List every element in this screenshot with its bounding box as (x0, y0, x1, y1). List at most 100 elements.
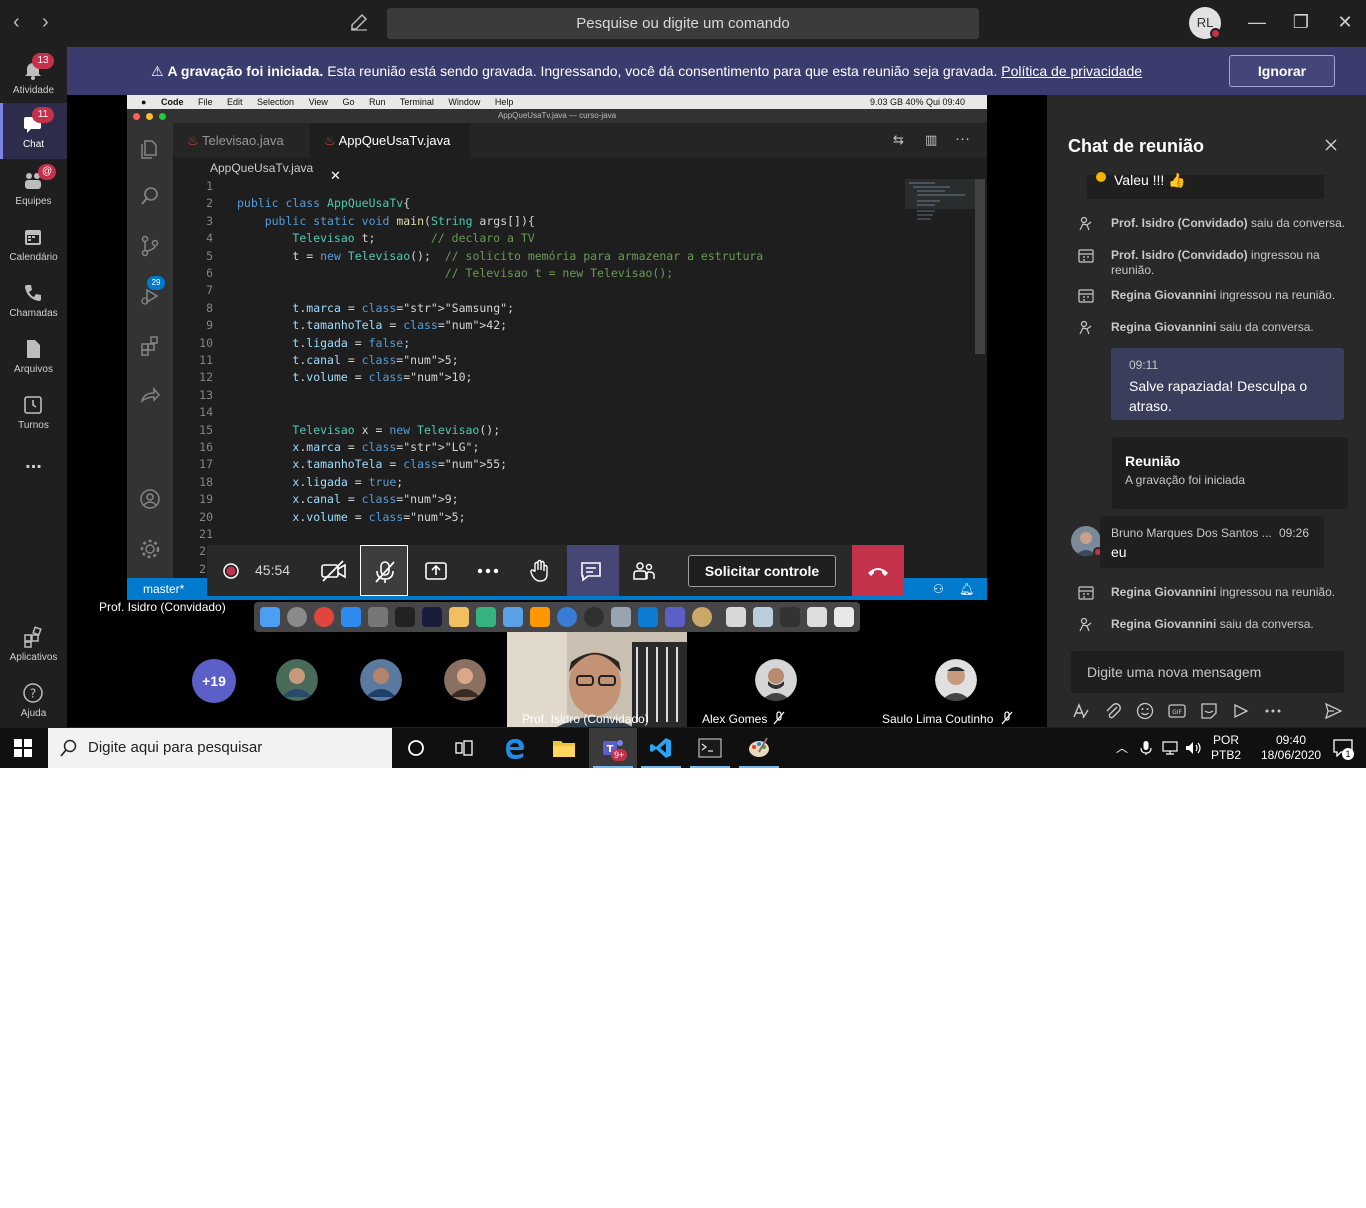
cortana-button[interactable] (392, 728, 440, 768)
windows-start-icon[interactable] (14, 739, 32, 757)
sublime-icon (530, 607, 550, 627)
help-icon: ? (23, 683, 43, 703)
sticker-icon[interactable] (1200, 702, 1218, 720)
search-icon (141, 187, 158, 205)
rail-item-files[interactable]: Arquivos (0, 328, 67, 384)
java-file-icon: ♨ (324, 133, 339, 148)
taskbar-search-input[interactable]: Digite aqui para pesquisar (48, 728, 392, 768)
hang-up-button[interactable] (852, 545, 904, 596)
tab-televisao-java[interactable]: ♨ Televisao.java (173, 123, 310, 158)
more-participants-badge[interactable]: +19 (192, 659, 236, 703)
event-action: saiu da conversa. (1219, 320, 1314, 334)
java-file-icon: ♨ (187, 133, 203, 148)
tab-appqueusatv-java[interactable]: ♨ AppQueUsaTv.java ✕ (310, 123, 470, 183)
emoji-icon[interactable] (1136, 702, 1154, 720)
participant-avatar (935, 659, 977, 701)
minimize-button[interactable]: — (1245, 12, 1269, 32)
share-screen-button[interactable] (412, 545, 460, 596)
live-share-status-icon[interactable]: ⚇ (933, 578, 944, 600)
participants-icon (633, 562, 655, 580)
input-language[interactable]: POR PTB2 (1211, 733, 1241, 763)
ignore-button[interactable]: Ignorar (1229, 55, 1335, 87)
compare-icon[interactable]: ⇆ (893, 132, 904, 148)
more-options-button[interactable] (464, 545, 512, 596)
extensions-icon (141, 336, 158, 356)
git-branch[interactable]: master* (143, 578, 184, 600)
editor-scrollbar[interactable] (975, 179, 985, 579)
rail-more-button[interactable]: ... (0, 447, 67, 487)
chat-message[interactable]: Bruno Marques Dos Santos ... 09:26 eu (1100, 516, 1324, 568)
presenter-name: Prof. Isidro (Convidado) (99, 600, 226, 614)
gif-icon[interactable]: GIF (1168, 702, 1186, 720)
rail-item-chat[interactable]: 11 Chat (0, 103, 67, 159)
forward-arrow-icon[interactable]: › (42, 12, 49, 32)
close-window-button[interactable]: ✕ (1333, 12, 1357, 32)
folder-icon (553, 741, 575, 757)
command-search-input[interactable]: Pesquise ou digite um comando (387, 8, 979, 39)
rail-item-calls[interactable]: Chamadas (0, 272, 67, 328)
code-line: t.volume = class="num">10; (292, 370, 473, 385)
taskbar-file-explorer[interactable] (540, 728, 588, 768)
notifications-bell-icon[interactable]: 🔔︎ (959, 578, 974, 600)
network-icon[interactable] (1162, 740, 1180, 756)
taskbar-vscode[interactable] (637, 728, 685, 768)
stack-icon (780, 607, 800, 627)
format-icon[interactable] (1072, 702, 1090, 720)
rail-item-calendar[interactable]: Calendário (0, 216, 67, 272)
hang-up-icon (868, 568, 888, 576)
rail-label-shifts: Turnos (18, 420, 49, 431)
show-chat-button[interactable] (567, 545, 619, 596)
mic-toggle-button[interactable] (360, 545, 408, 596)
task-view-icon (455, 740, 473, 756)
rail-item-activity[interactable]: 13 Atividade (0, 49, 67, 105)
taskbar-paint[interactable] (735, 728, 783, 768)
scroll-thumb[interactable] (975, 179, 985, 354)
raise-hand-button[interactable] (516, 545, 564, 596)
show-hidden-icons[interactable]: ︿ (1116, 739, 1128, 756)
line-number: 16 (199, 440, 213, 454)
attach-icon[interactable] (1104, 702, 1122, 720)
rail-item-help[interactable]: ? Ajuda (0, 672, 67, 728)
code-line: Televisao x = new Televisao(); (292, 422, 501, 437)
rail-item-shifts[interactable]: Turnos (0, 384, 67, 440)
code-editor[interactable]: 1 2 public class AppQueUsaTv{3 public stat… (173, 179, 903, 579)
participant-avatar (276, 659, 318, 701)
own-message[interactable]: 09:11 Salve rapaziada! Desculpa o atraso… (1111, 348, 1344, 420)
send-icon[interactable] (1324, 702, 1342, 720)
meeting-card[interactable]: Reunião A gravação foi iniciada (1112, 437, 1348, 509)
line-number: 3 (206, 213, 213, 228)
privacy-policy-link[interactable]: Política de privacidade (1001, 63, 1142, 79)
finder-icon (260, 607, 280, 627)
new-chat-icon[interactable] (349, 12, 369, 32)
line-number: 6 (206, 266, 213, 280)
close-icon[interactable] (1323, 137, 1339, 153)
hand-icon (530, 559, 548, 582)
taskbar-teams[interactable]: T 9+ (589, 728, 637, 768)
rail-item-teams[interactable]: @ Equipes (0, 160, 67, 216)
more-actions-icon[interactable]: ··· (955, 130, 970, 147)
rail-item-apps[interactable]: Aplicativos (0, 616, 67, 672)
volume-icon[interactable] (1185, 740, 1203, 756)
code-line: Televisao t; // declaro a TV (292, 231, 535, 246)
split-editor-icon[interactable]: ▥ (925, 132, 937, 148)
camera-toggle-button[interactable] (309, 545, 357, 596)
notes-icon (449, 607, 469, 627)
clock-icon (24, 396, 42, 414)
taskbar-edge[interactable] (491, 728, 539, 768)
task-view-button[interactable] (440, 728, 488, 768)
back-arrow-icon[interactable]: ‹ (13, 12, 20, 32)
code-line: x.volume = class="num">5; (292, 509, 466, 524)
restore-button[interactable]: ❐ (1289, 12, 1313, 32)
microphone-icon[interactable] (1140, 740, 1152, 756)
request-control-button[interactable]: Solicitar controle (688, 555, 836, 587)
show-participants-button[interactable] (620, 545, 668, 596)
message-compose-input[interactable]: Digite uma nova mensagem (1071, 651, 1344, 693)
banner-text: Esta reunião está sendo gravada. Ingress… (327, 63, 998, 79)
sender-name: Bruno Marques Dos Santos ... (1111, 526, 1272, 540)
more-icon[interactable] (1264, 702, 1282, 720)
line-number: 18 (199, 474, 213, 489)
taskbar-terminal[interactable] (686, 728, 734, 768)
app-rail: 13 Atividade 11 Chat @ Equipes Calendári… (0, 47, 67, 727)
taskbar-clock[interactable]: 09:40 18/06/2020 (1261, 733, 1321, 763)
meet-now-icon[interactable] (1232, 702, 1250, 720)
